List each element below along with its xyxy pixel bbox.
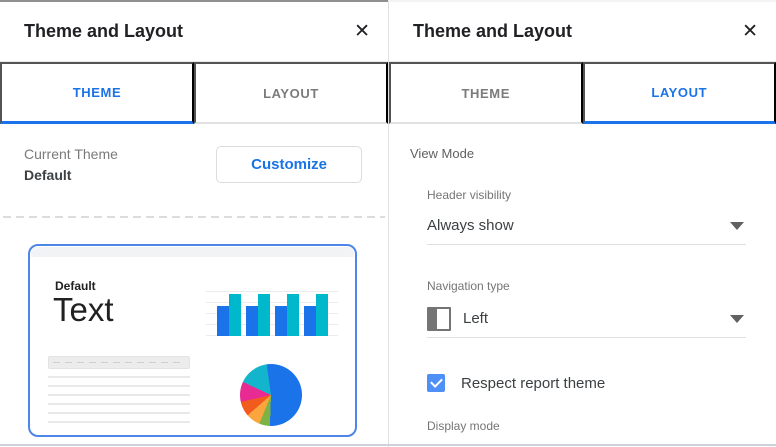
theme-preview-card[interactable]: Default Text [28,244,357,437]
navigation-type-label: Navigation type [427,279,510,293]
theme-panel: Theme and Layout ✕ THEME LAYOUT Current … [0,0,388,447]
left-navigation-icon [427,307,451,331]
preview-header-bar [31,247,354,257]
tab-theme[interactable]: THEME [389,62,583,124]
header-visibility-label: Header visibility [427,188,512,202]
preview-bar-chart [206,286,338,336]
header-visibility-field: Header visibility Always show [427,188,746,245]
respect-report-theme-label: Respect report theme [461,374,606,392]
tab-layout[interactable]: LAYOUT [194,62,388,124]
current-theme-info: Current Theme Default [24,146,118,183]
tabbar: THEME LAYOUT [389,62,776,124]
tab-layout[interactable]: LAYOUT [582,62,776,124]
panel-title: Theme and Layout [413,21,573,41]
preview-table-header [48,356,190,369]
preview-table-rows [48,376,190,423]
preview-pie-chart [240,364,302,426]
navigation-type-value: Left [463,310,489,327]
customize-button[interactable]: Customize [216,146,362,183]
respect-report-theme-row[interactable]: Respect report theme [427,374,746,392]
panel-title: Theme and Layout [24,21,184,41]
view-mode-section-label: View Mode [410,146,475,161]
layout-options: View Mode Header visibility Always show … [389,124,776,433]
panel-header: Theme and Layout ✕ [0,2,388,62]
preview-sample-text: Text [53,291,114,328]
close-icon[interactable]: ✕ [742,22,758,41]
theme-and-layout-panels: Theme and Layout ✕ THEME LAYOUT Current … [0,0,776,447]
display-mode-label: Display mode [427,419,500,433]
respect-report-theme-checkbox[interactable] [427,374,445,392]
current-theme-label: Current Theme [24,146,118,162]
header-visibility-select[interactable]: Always show [427,216,746,245]
tabbar: THEME LAYOUT [0,62,388,124]
panel-header: Theme and Layout ✕ [389,2,776,62]
close-icon[interactable]: ✕ [354,22,370,41]
current-theme-row: Current Theme Default Customize [0,124,388,183]
header-visibility-value: Always show [427,217,514,234]
navigation-type-field: Navigation type Left [427,279,746,338]
layout-panel: Theme and Layout ✕ THEME LAYOUT View Mod… [388,0,776,447]
dashed-divider [3,216,385,218]
tab-theme[interactable]: THEME [0,62,194,124]
current-theme-value: Default [24,167,72,183]
dropdown-arrow-icon [730,315,744,323]
dropdown-arrow-icon [730,222,744,230]
navigation-type-select[interactable]: Left [427,307,746,338]
